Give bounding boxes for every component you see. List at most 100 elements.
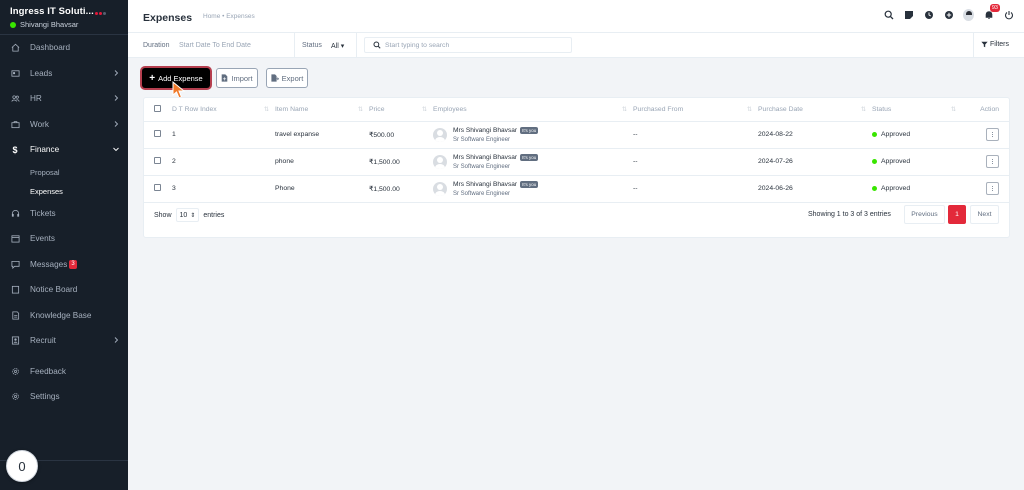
next-page-button[interactable]: Next	[970, 205, 999, 224]
employee-name[interactable]: Mrs Shivangi Bhavsar	[453, 127, 517, 134]
status-text: Approved	[881, 185, 911, 192]
column-header[interactable]: Employees ⇅	[433, 98, 633, 122]
people-icon	[10, 94, 20, 104]
export-button[interactable]: Export	[266, 68, 308, 88]
sort-icon: ⇅	[621, 107, 627, 113]
column-header[interactable]: D T Row Index ⇅	[172, 98, 275, 122]
sort-icon: ⇅	[860, 107, 866, 113]
sidebar-item-hr[interactable]: HR	[0, 86, 128, 112]
column-header[interactable]: Purchased From ⇅	[633, 98, 758, 122]
purchased-from: --	[633, 175, 758, 203]
dollar-icon: $	[12, 144, 18, 155]
previous-page-button[interactable]: Previous	[904, 205, 945, 224]
sidebar-item-label: Events	[30, 234, 56, 244]
sidebar-item-settings[interactable]: Settings	[0, 384, 128, 410]
column-header[interactable]: Item Name ⇅	[275, 98, 369, 122]
filters-button[interactable]: Filters	[981, 41, 1009, 48]
action-cell	[962, 148, 1009, 176]
user-avatar[interactable]	[963, 8, 974, 21]
chevron-right-icon	[114, 337, 119, 343]
brand-block[interactable]: Ingress IT Soluti... Shivangi Bhavsar	[0, 0, 128, 35]
book-icon	[10, 310, 20, 320]
search-box	[364, 37, 572, 53]
sidebar-item-messages[interactable]: Messages 3	[0, 252, 128, 278]
column-header-action: Action	[962, 98, 1009, 122]
row-select-cell	[144, 175, 172, 203]
plus-circle-icon[interactable]	[943, 9, 954, 20]
page-1-button[interactable]: 1	[948, 205, 966, 224]
row-checkbox[interactable]	[154, 130, 161, 137]
employee-avatar[interactable]	[433, 154, 447, 169]
row-index: 3	[172, 175, 275, 203]
sidebar-item-finance[interactable]: $ Finance	[0, 137, 128, 163]
page-size-select[interactable]: 10 ⇕	[175, 208, 200, 222]
messages-badge: 3	[69, 259, 77, 269]
show-label: Show	[154, 211, 172, 219]
search-icon[interactable]	[883, 9, 894, 20]
status-select[interactable]: All ▾	[331, 42, 344, 50]
row-actions-menu-button[interactable]	[986, 128, 999, 141]
sidebar-subitem-proposal[interactable]: Proposal	[0, 163, 128, 182]
sidebar-item-label: HR	[30, 94, 42, 104]
row-index: 2	[172, 148, 275, 176]
sidebar-item-dashboard[interactable]: Dashboard	[0, 35, 128, 61]
current-user: Shivangi Bhavsar	[10, 20, 118, 29]
employee-avatar[interactable]	[433, 127, 447, 142]
employee-name[interactable]: Mrs Shivangi Bhavsar	[453, 154, 517, 161]
sticky-note-icon[interactable]	[903, 9, 914, 20]
row-checkbox[interactable]	[154, 184, 161, 191]
table-row: 1 travel expanse ₹500.00 Mrs Shivangi Bh…	[144, 121, 1009, 149]
sidebar-item-notice-board[interactable]: Notice Board	[0, 277, 128, 303]
table-header-row: D T Row Index ⇅ Item Name ⇅ Price ⇅ Employe…	[144, 98, 1009, 122]
column-header[interactable]: Price ⇅	[369, 98, 433, 122]
its-you-badge: It's you	[520, 180, 539, 188]
sidebar-item-label: Notice Board	[30, 285, 78, 295]
avatar-icon	[963, 8, 974, 21]
purchase-date: 2024-08-22	[758, 121, 872, 149]
id-card-icon	[10, 68, 20, 78]
breadcrumb: Home • Expenses	[203, 13, 255, 20]
sidebar-item-tickets[interactable]: Tickets	[0, 201, 128, 227]
status-cell: Approved	[872, 148, 962, 176]
sidebar-item-label: Settings	[30, 392, 60, 402]
row-actions-menu-button[interactable]	[986, 155, 999, 168]
row-checkbox[interactable]	[154, 157, 161, 164]
duration-picker[interactable]: Start Date To End Date	[179, 42, 251, 49]
sidebar-item-feedback[interactable]: Feedback	[0, 359, 128, 385]
row-actions-menu-button[interactable]	[986, 182, 999, 195]
search-input[interactable]	[385, 38, 565, 52]
power-icon[interactable]	[1003, 9, 1014, 20]
sidebar-item-events[interactable]: Events	[0, 226, 128, 252]
row-index: 1	[172, 121, 275, 149]
status-selected-value: All	[331, 43, 339, 50]
filters-label: Filters	[989, 41, 1009, 48]
clock-icon[interactable]	[923, 9, 934, 20]
column-header[interactable]: Purchase Date ⇅	[758, 98, 872, 122]
sidebar-item-label: Tickets	[30, 208, 56, 218]
clipboard-icon	[10, 285, 20, 295]
sidebar-item-label: Knowledge Base	[30, 310, 92, 320]
sidebar-item-recruit[interactable]: Recruit	[0, 328, 128, 354]
more-icon[interactable]	[95, 12, 106, 15]
employee-role: Sr Software Engineer	[453, 136, 511, 143]
sidebar-item-label: Recruit	[30, 336, 56, 346]
status-cell: Approved	[872, 175, 962, 203]
sidebar-menu: Dashboard Leads HR Work $ Finance Propos…	[0, 35, 128, 410]
ellipsis-vertical-icon	[991, 131, 994, 138]
employee-name[interactable]: Mrs Shivangi Bhavsar	[453, 181, 517, 188]
floating-counter-button[interactable]: 0	[6, 450, 38, 482]
sort-icon: ⇅	[421, 107, 427, 113]
import-button[interactable]: Import	[216, 68, 258, 88]
column-header[interactable]: Status ⇅	[872, 98, 962, 122]
expenses-table: D T Row Index ⇅ Item Name ⇅ Price ⇅ Employe…	[144, 98, 1009, 203]
employee-avatar[interactable]	[433, 181, 447, 196]
chevron-down-icon	[113, 147, 119, 152]
purchased-from: --	[633, 121, 758, 149]
bell-icon[interactable]: 93	[983, 4, 1000, 20]
select-all-checkbox[interactable]	[154, 104, 161, 112]
sidebar-item-work[interactable]: Work	[0, 112, 128, 138]
sidebar-item-leads[interactable]: Leads	[0, 61, 128, 87]
sidebar-item-knowledge-base[interactable]: Knowledge Base	[0, 303, 128, 329]
sidebar-item-label: Feedback	[30, 366, 66, 376]
sidebar-subitem-expenses[interactable]: Expenses	[0, 182, 128, 201]
